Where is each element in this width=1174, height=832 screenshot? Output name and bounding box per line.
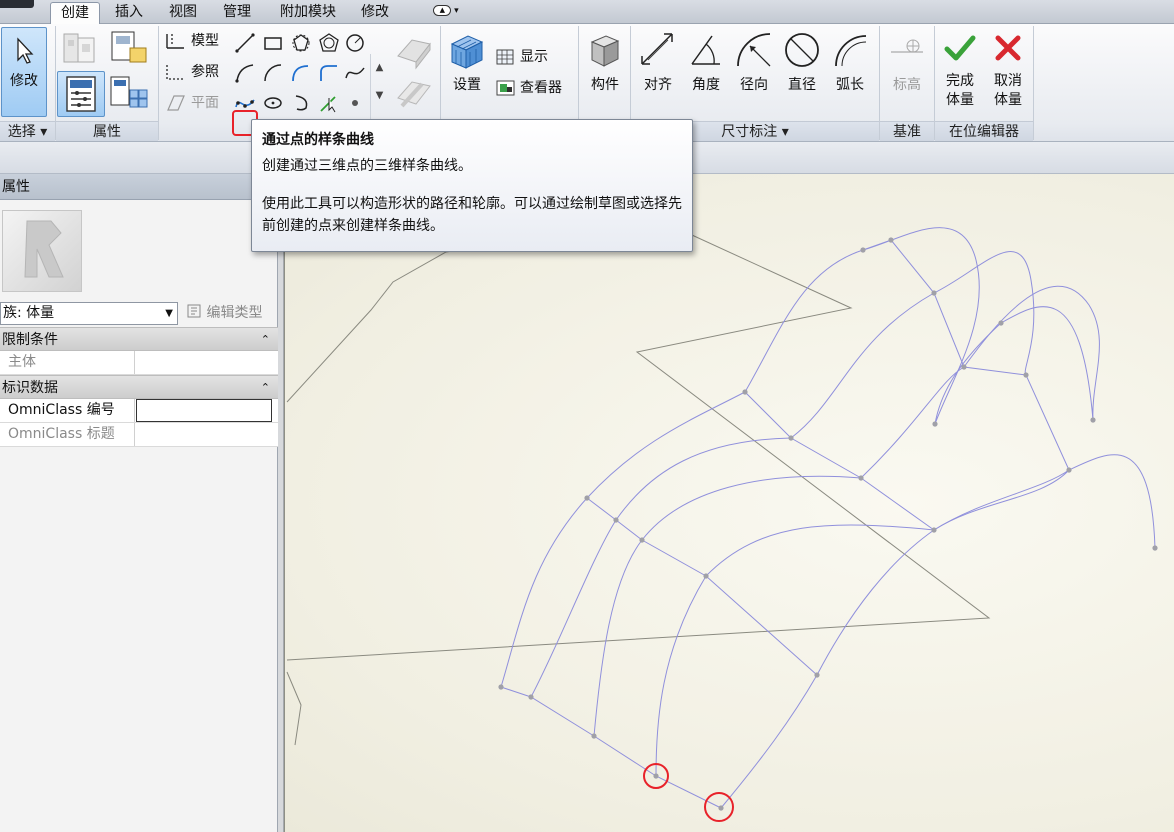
properties-button[interactable] (57, 71, 105, 117)
model-line-button[interactable]: 模型 (164, 30, 219, 52)
dropdown-arrow-icon: ▼ (165, 308, 173, 319)
pick-face-icon[interactable] (392, 74, 436, 114)
gallery-up-icon[interactable]: ▲ (371, 54, 388, 82)
omniclass-number-input[interactable] (136, 399, 272, 422)
rectangle-tool-icon[interactable] (262, 32, 284, 54)
diameter-dimension-button[interactable]: 直径 (778, 30, 826, 116)
application-menu-button[interactable] (0, 0, 34, 8)
circle-tool-icon[interactable] (344, 32, 366, 54)
collapse-icon[interactable]: ⌃ (261, 376, 270, 400)
diameter-dimension-icon (785, 33, 819, 67)
mass-sketch-view[interactable] (285, 174, 1174, 832)
arc-length-dimension-button[interactable]: 弧长 (826, 30, 874, 116)
edit-type-button[interactable]: 编辑类型 (186, 302, 262, 324)
model-line-icon (166, 34, 184, 49)
gallery-down-icon[interactable]: ▼ (371, 82, 388, 110)
properties-palette: 属性 族: 体量 ▼ 编辑类型 限制条件 ⌃ 主体 标识数据 ⌃ OmniCla… (0, 174, 278, 832)
tab-insert[interactable]: 插入 (106, 2, 152, 24)
ribbon-tab-strip: 创建 插入 视图 管理 附加模块 修改 ▲ ▾ (0, 0, 1174, 24)
inscribed-polygon-icon[interactable] (290, 32, 312, 54)
section-identity-data[interactable]: 标识数据 ⌃ (0, 375, 278, 399)
revit-logo-icon (24, 220, 64, 278)
cursor-arrow-icon (17, 37, 34, 64)
spline-points[interactable] (498, 237, 1158, 811)
angular-dimension-button[interactable]: 角度 (682, 30, 730, 116)
spline-curves (500, 227, 1156, 809)
cancel-mass-button[interactable]: 取消 体量 (984, 30, 1032, 120)
set-work-plane-button[interactable]: 设置 (444, 30, 490, 116)
circumscribed-polygon-icon[interactable] (318, 32, 340, 54)
start-end-arc-icon[interactable] (234, 62, 256, 84)
checkmark-icon (944, 35, 976, 61)
drawing-canvas[interactable] (284, 174, 1174, 832)
level-button[interactable]: 标高 (882, 30, 932, 116)
ellipse-tool-icon[interactable] (262, 92, 284, 114)
panel-inplace-editor-title: 在位编辑器 (935, 121, 1033, 141)
panel-properties-title: 属性 (56, 121, 158, 141)
panel-datum-title: 基准 (880, 121, 934, 141)
tab-manage[interactable]: 管理 (214, 2, 260, 24)
revit-window: 创建 插入 视图 管理 附加模块 修改 ▲ ▾ 修改 选择 ▾ 属性 模型 参照… (0, 0, 1174, 832)
partial-ellipse-icon[interactable] (290, 92, 312, 114)
family-category-icon[interactable] (108, 28, 150, 68)
section-constraints[interactable]: 限制条件 ⌃ (0, 327, 278, 351)
tab-create[interactable]: 创建 (50, 2, 100, 24)
tooltip-summary: 创建通过三维点的三维样条曲线。 (262, 158, 472, 174)
spline-tooltip: 通过点的样条曲线 创建通过三维点的三维样条曲线。 使用此工具可以构造形状的路径和… (251, 119, 693, 252)
show-grid-icon (496, 49, 514, 65)
aligned-dimension-button[interactable]: 对齐 (634, 30, 682, 116)
point-element-icon[interactable] (344, 92, 366, 114)
properties-title: 属性 (0, 174, 277, 200)
reference-plane-button[interactable]: 平面 (164, 92, 219, 114)
tooltip-description: 使用此工具可以构造形状的路径和轮廓。可以通过绘制草图或选择先前创建的点来创建样条… (262, 196, 682, 234)
aligned-dimension-icon (641, 33, 673, 65)
collapse-icon[interactable]: ⌃ (261, 328, 270, 352)
show-work-plane-button[interactable]: 显示 (495, 46, 548, 68)
radial-dimension-button[interactable]: 径向 (730, 30, 778, 116)
angular-dimension-icon (691, 35, 720, 65)
type-selector-row: 族: 体量 ▼ 编辑类型 (0, 301, 278, 327)
tab-view[interactable]: 视图 (160, 2, 206, 24)
finish-mass-button[interactable]: 完成 体量 (936, 30, 984, 120)
arc-length-icon (835, 35, 867, 67)
properties-palette-icon (66, 76, 96, 112)
work-plane-grid-icon (450, 35, 484, 69)
reference-plane-lines (286, 229, 991, 746)
line-tool-icon[interactable] (234, 32, 256, 54)
family-thumbnail (2, 210, 82, 292)
omniclass-title-value (136, 423, 272, 446)
ribbon-minimize-toggle[interactable]: ▲ ▾ (430, 5, 462, 19)
type-selector-dropdown[interactable]: 族: 体量 ▼ (0, 302, 178, 325)
cancel-x-icon (995, 35, 1021, 61)
property-row-omniclass-number: OmniClass 编号 (0, 399, 278, 423)
host-value (136, 351, 272, 374)
pick-lines-icon[interactable] (318, 92, 340, 114)
tooltip-title: 通过点的样条曲线 (262, 132, 374, 148)
reference-line-icon (166, 65, 184, 80)
modify-button[interactable]: 修改 (1, 27, 47, 117)
property-row-host: 主体 (0, 351, 278, 375)
pick-edge-icon[interactable] (392, 30, 436, 70)
reference-plane-icon (167, 95, 185, 111)
tab-modify[interactable]: 修改 (352, 2, 398, 24)
spline-tool-icon[interactable] (344, 62, 366, 84)
component-button[interactable]: 构件 (582, 30, 628, 116)
component-box-icon (590, 35, 620, 67)
radial-dimension-icon (737, 33, 771, 67)
tab-addins[interactable]: 附加模块 (268, 2, 348, 24)
viewer-button[interactable]: 查看器 (495, 77, 562, 99)
tangent-arc-icon[interactable] (290, 62, 312, 84)
family-types-icon (63, 33, 95, 63)
edit-type-icon (187, 304, 201, 318)
level-icon (891, 39, 923, 53)
fillet-arc-icon[interactable] (318, 62, 340, 84)
minimize-icon: ▲ (433, 5, 452, 16)
type-properties-icon[interactable] (108, 74, 152, 114)
property-row-omniclass-title: OmniClass 标题 (0, 423, 278, 447)
center-ends-arc-icon[interactable] (262, 62, 284, 84)
viewer-icon (496, 80, 515, 96)
panel-select-title[interactable]: 选择 ▾ (0, 121, 55, 141)
reference-line-button[interactable]: 参照 (164, 61, 219, 83)
